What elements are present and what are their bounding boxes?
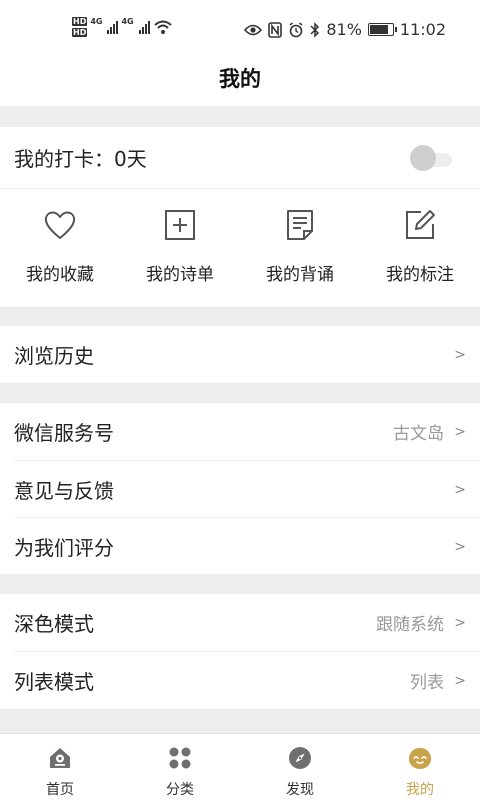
poem-list-label: 我的诗单 bbox=[146, 265, 214, 285]
checkin-row: 我的打卡：0天 bbox=[0, 129, 480, 186]
category-icon bbox=[169, 747, 191, 769]
toggle-knob bbox=[410, 145, 436, 171]
feedback-row[interactable]: 意见与反馈 > bbox=[0, 461, 480, 518]
edit-icon bbox=[406, 210, 435, 239]
chevron-right-icon: > bbox=[454, 614, 466, 631]
favorites-label: 我的收藏 bbox=[26, 265, 94, 285]
quick-actions: 我的收藏 我的诗单 我的背诵 我的标注 bbox=[0, 188, 480, 308]
compass-icon bbox=[289, 747, 311, 769]
feedback-label: 意见与反馈 bbox=[14, 479, 114, 503]
tab-discover-label: 发现 bbox=[286, 782, 314, 798]
chevron-right-icon: > bbox=[454, 672, 466, 689]
poem-list-button[interactable]: 我的诗单 bbox=[120, 188, 240, 308]
history-label: 浏览历史 bbox=[14, 344, 94, 368]
tab-discover[interactable]: 发现 bbox=[240, 734, 360, 800]
alarm-icon bbox=[289, 21, 303, 37]
checkin-toggle[interactable] bbox=[410, 145, 452, 171]
profile-icon bbox=[409, 748, 431, 769]
wechat-account-row[interactable]: 微信服务号 古文岛 > bbox=[0, 403, 480, 460]
list-mode-row[interactable]: 列表模式 列表 > bbox=[0, 652, 480, 709]
battery-percent: 81% bbox=[326, 20, 362, 39]
network-label: 4G bbox=[90, 17, 103, 26]
bluetooth-icon bbox=[310, 21, 320, 38]
dark-mode-label: 深色模式 bbox=[14, 612, 94, 636]
tab-category[interactable]: 分类 bbox=[120, 734, 240, 800]
profile-card: 我的打卡：0天 我的收藏 我的诗单 我的背诵 我的标注 bbox=[0, 127, 480, 307]
bottom-tab-bar: 首页 分类 发现 我的 bbox=[0, 733, 480, 800]
checkin-label: 我的打卡：0天 bbox=[14, 147, 147, 171]
tab-home[interactable]: 首页 bbox=[0, 734, 120, 800]
hd-icon: HD HD bbox=[72, 17, 88, 37]
status-indicators: 81% 11:02 bbox=[244, 20, 446, 39]
status-bar: HD HD 4G 4G 81% 11:02 bbox=[0, 0, 480, 56]
dark-mode-value: 跟随系统 bbox=[376, 615, 444, 635]
chevron-right-icon: > bbox=[454, 346, 466, 363]
favorites-button[interactable]: 我的收藏 bbox=[0, 188, 120, 308]
rate-us-row[interactable]: 为我们评分 > bbox=[0, 518, 480, 575]
status-network: HD HD 4G 4G bbox=[72, 17, 173, 37]
nfc-icon bbox=[268, 21, 283, 38]
chevron-right-icon: > bbox=[454, 481, 466, 498]
title-bar: 我的 bbox=[0, 56, 480, 106]
tab-home-label: 首页 bbox=[46, 782, 74, 798]
list-mode-label: 列表模式 bbox=[14, 670, 94, 694]
heart-icon bbox=[44, 211, 76, 239]
recitation-button[interactable]: 我的背诵 bbox=[240, 188, 360, 308]
history-row[interactable]: 浏览历史 > bbox=[0, 326, 480, 383]
dark-mode-row[interactable]: 深色模式 跟随系统 > bbox=[0, 594, 480, 651]
list-mode-value: 列表 bbox=[410, 673, 444, 693]
clock: 11:02 bbox=[399, 20, 446, 39]
tab-profile[interactable]: 我的 bbox=[360, 734, 480, 800]
home-icon bbox=[50, 748, 70, 768]
network-label: 4G bbox=[121, 17, 134, 26]
display-card: 深色模式 跟随系统 > 列表模式 列表 > bbox=[0, 594, 480, 709]
page-title: 我的 bbox=[219, 67, 261, 91]
wifi-icon bbox=[153, 20, 172, 34]
signal-icon bbox=[107, 20, 119, 34]
wechat-account-label: 微信服务号 bbox=[14, 421, 114, 445]
service-card: 微信服务号 古文岛 > 意见与反馈 > 为我们评分 > bbox=[0, 403, 480, 574]
battery-icon bbox=[367, 23, 397, 36]
plus-square-icon bbox=[165, 210, 195, 240]
history-card: 浏览历史 > bbox=[0, 326, 480, 383]
recitation-label: 我的背诵 bbox=[266, 265, 334, 285]
tab-profile-label: 我的 bbox=[406, 782, 434, 798]
chevron-right-icon: > bbox=[454, 538, 466, 555]
eye-icon bbox=[244, 24, 263, 35]
signal-icon bbox=[138, 20, 150, 34]
annotations-button[interactable]: 我的标注 bbox=[360, 188, 480, 308]
chevron-right-icon: > bbox=[454, 423, 466, 440]
rate-us-label: 为我们评分 bbox=[14, 536, 114, 560]
tab-category-label: 分类 bbox=[166, 782, 194, 798]
annotations-label: 我的标注 bbox=[386, 265, 454, 285]
wechat-account-value: 古文岛 bbox=[393, 424, 444, 444]
document-icon bbox=[287, 210, 313, 240]
